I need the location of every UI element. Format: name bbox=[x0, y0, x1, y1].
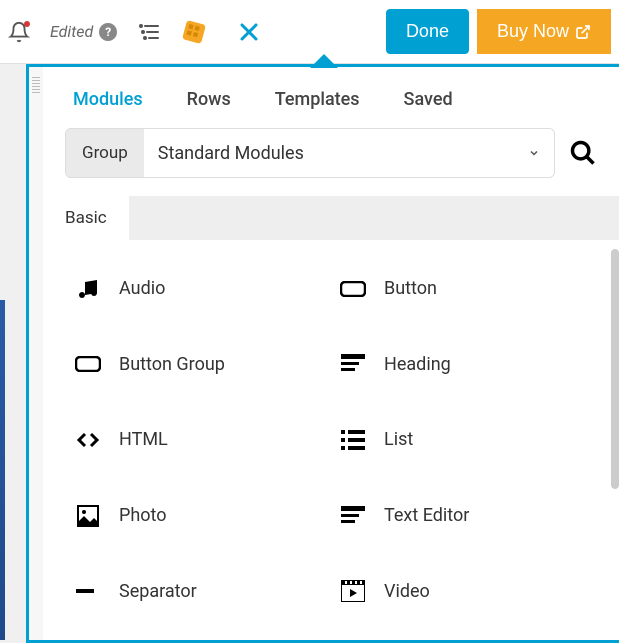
group-selected-value: Standard Modules bbox=[158, 143, 304, 164]
chevron-down-icon bbox=[528, 147, 540, 159]
search-icon[interactable] bbox=[569, 139, 597, 167]
edited-status: Edited ? bbox=[50, 22, 117, 41]
group-selector: Group Standard Modules bbox=[65, 128, 555, 178]
module-label: Text Editor bbox=[384, 505, 469, 526]
builder-icon[interactable] bbox=[181, 19, 207, 45]
tab-saved[interactable]: Saved bbox=[404, 89, 453, 110]
module-label: Button Group bbox=[119, 354, 225, 375]
audio-icon bbox=[75, 278, 101, 300]
outline-icon[interactable] bbox=[137, 20, 161, 44]
close-icon[interactable] bbox=[227, 20, 271, 44]
done-button[interactable]: Done bbox=[386, 9, 469, 54]
drag-handle[interactable] bbox=[29, 67, 43, 640]
module-list[interactable]: List bbox=[340, 421, 587, 459]
heading-icon bbox=[340, 353, 366, 375]
group-select[interactable]: Standard Modules bbox=[144, 129, 554, 177]
module-label: Audio bbox=[119, 278, 165, 299]
module-label: Photo bbox=[119, 505, 167, 526]
list-icon bbox=[340, 429, 366, 451]
separator-icon bbox=[75, 580, 101, 602]
button-group-icon bbox=[75, 353, 101, 375]
group-label: Group bbox=[66, 129, 144, 177]
module-photo[interactable]: Photo bbox=[75, 497, 322, 535]
module-heading[interactable]: Heading bbox=[340, 346, 587, 384]
tab-templates[interactable]: Templates bbox=[275, 89, 360, 110]
module-label: Separator bbox=[119, 581, 197, 602]
module-label: HTML bbox=[119, 429, 168, 450]
external-link-icon bbox=[575, 24, 591, 40]
module-button[interactable]: Button bbox=[340, 270, 587, 308]
notifications-icon[interactable] bbox=[8, 21, 30, 43]
background-panel: a Y bbox=[0, 300, 5, 640]
module-button-group[interactable]: Button Group bbox=[75, 346, 322, 384]
panel-tabs: Modules Rows Templates Saved bbox=[43, 67, 619, 128]
panel-pointer bbox=[310, 54, 338, 68]
category-bar: Basic bbox=[43, 196, 619, 240]
text-editor-icon bbox=[340, 505, 366, 527]
button-icon bbox=[340, 278, 366, 300]
module-html[interactable]: HTML bbox=[75, 421, 322, 459]
module-label: Video bbox=[384, 581, 430, 602]
module-audio[interactable]: Audio bbox=[75, 270, 322, 308]
content-panel: Modules Rows Templates Saved Group Stand… bbox=[26, 64, 619, 643]
tab-modules[interactable]: Modules bbox=[73, 89, 143, 110]
tab-rows[interactable]: Rows bbox=[187, 89, 231, 110]
category-tab-basic[interactable]: Basic bbox=[43, 196, 129, 240]
video-icon bbox=[340, 580, 366, 602]
buy-label: Buy Now bbox=[497, 21, 569, 42]
module-label: Button bbox=[384, 278, 437, 299]
buy-now-button[interactable]: Buy Now bbox=[477, 9, 611, 54]
photo-icon bbox=[75, 505, 101, 527]
scrollbar[interactable] bbox=[611, 249, 619, 489]
help-icon[interactable]: ? bbox=[99, 23, 117, 41]
edited-label: Edited bbox=[50, 22, 93, 41]
html-icon bbox=[75, 429, 101, 451]
module-video[interactable]: Video bbox=[340, 572, 587, 610]
module-label: Heading bbox=[384, 354, 451, 375]
modules-grid: Audio Button Button Group Heading HTML bbox=[43, 240, 619, 640]
notification-dot bbox=[24, 21, 30, 27]
module-separator[interactable]: Separator bbox=[75, 572, 322, 610]
module-text-editor[interactable]: Text Editor bbox=[340, 497, 587, 535]
module-label: List bbox=[384, 429, 413, 450]
